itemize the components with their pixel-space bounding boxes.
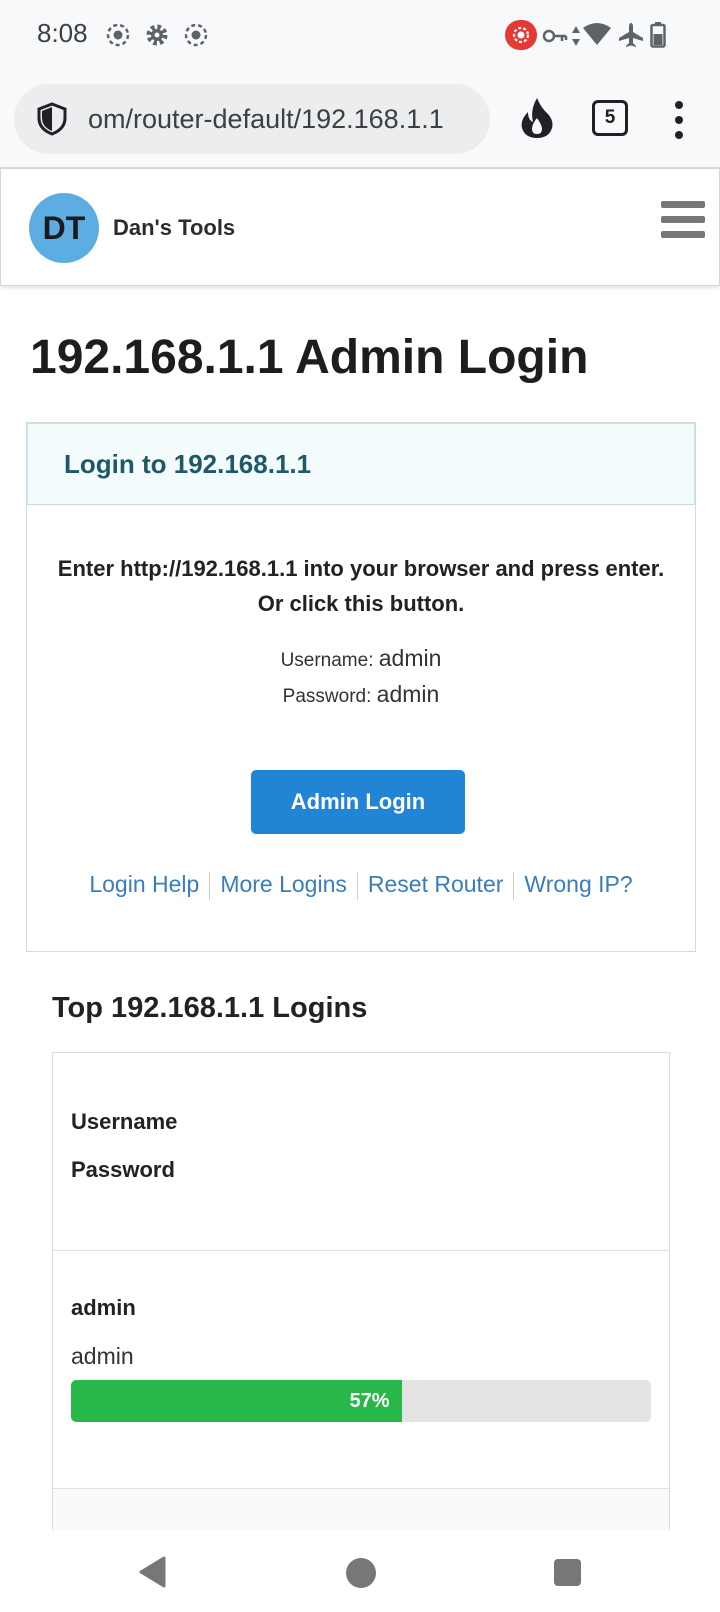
username-column-header: Username (71, 1109, 178, 1134)
wifi-icon (583, 23, 611, 45)
home-icon[interactable] (346, 1558, 376, 1588)
settings-gear-icon (146, 24, 168, 46)
reset-router-link[interactable]: Reset Router (358, 871, 514, 897)
more-logins-link[interactable]: More Logins (210, 871, 357, 897)
popularity-bar: 57% (71, 1380, 651, 1422)
status-time: 8:08 (37, 18, 88, 48)
page-title: 192.168.1.1 Admin Login (30, 331, 589, 384)
login-card-header: Login to 192.168.1.1 (27, 423, 695, 505)
logins-table: Username Password admin admin 57% (52, 1052, 670, 1532)
data-arrows-icon (572, 26, 580, 46)
row-password: admin (71, 1343, 134, 1369)
airplane-mode-icon (619, 23, 643, 47)
password-column-header: Password (71, 1157, 175, 1182)
shield-icon[interactable] (34, 101, 70, 137)
tab-switcher-button[interactable]: 5 (592, 100, 628, 136)
login-instructions: Enter http://192.168.1.1 into your brows… (57, 556, 665, 616)
browser-toolbar: om/router-default/192.168.1.1 5 (0, 72, 720, 168)
screen-record-icon (106, 23, 130, 47)
login-card-title: Login to 192.168.1.1 (64, 449, 312, 479)
login-help-link[interactable]: Login Help (79, 871, 209, 897)
address-bar[interactable]: om/router-default/192.168.1.1 (14, 84, 490, 154)
status-bar: 8:08 (0, 0, 720, 72)
row-username: admin (71, 1295, 136, 1320)
username-line: Username: admin (27, 645, 695, 672)
table-row (53, 1489, 669, 1532)
overflow-menu-icon[interactable] (674, 100, 684, 140)
vpn-key-icon (542, 29, 568, 43)
url-text[interactable]: om/router-default/192.168.1.1 (88, 104, 444, 135)
battery-icon (650, 22, 666, 48)
admin-login-button[interactable]: Admin Login (251, 770, 465, 834)
password-value: admin (376, 681, 440, 707)
popularity-percent: 57% (349, 1390, 390, 1412)
username-label: Username: (280, 650, 374, 671)
wrong-ip-link[interactable]: Wrong IP? (514, 871, 642, 897)
password-line: Password: admin (27, 681, 695, 708)
site-header: DT Dan's Tools (0, 168, 720, 286)
top-logins-heading: Top 192.168.1.1 Logins (52, 992, 368, 1024)
table-header: Username Password (53, 1053, 669, 1251)
password-label: Password: (282, 686, 372, 707)
site-logo[interactable]: DT (29, 193, 99, 263)
screen-record-icon (184, 23, 208, 47)
hamburger-menu-icon[interactable] (661, 201, 705, 241)
fire-icon[interactable] (518, 96, 556, 140)
recent-apps-icon[interactable] (554, 1559, 581, 1586)
username-value: admin (378, 645, 442, 671)
login-card: Login to 192.168.1.1 Enter http://192.16… (26, 422, 696, 952)
back-icon[interactable] (138, 1556, 166, 1588)
help-links: Login Help More Logins Reset Router Wrong I… (27, 871, 695, 900)
table-row: admin admin 57% (53, 1251, 669, 1489)
brand-name[interactable]: Dan's Tools (113, 215, 235, 241)
popularity-bar-fill: 57% (71, 1380, 402, 1422)
recording-indicator-icon (505, 20, 537, 50)
